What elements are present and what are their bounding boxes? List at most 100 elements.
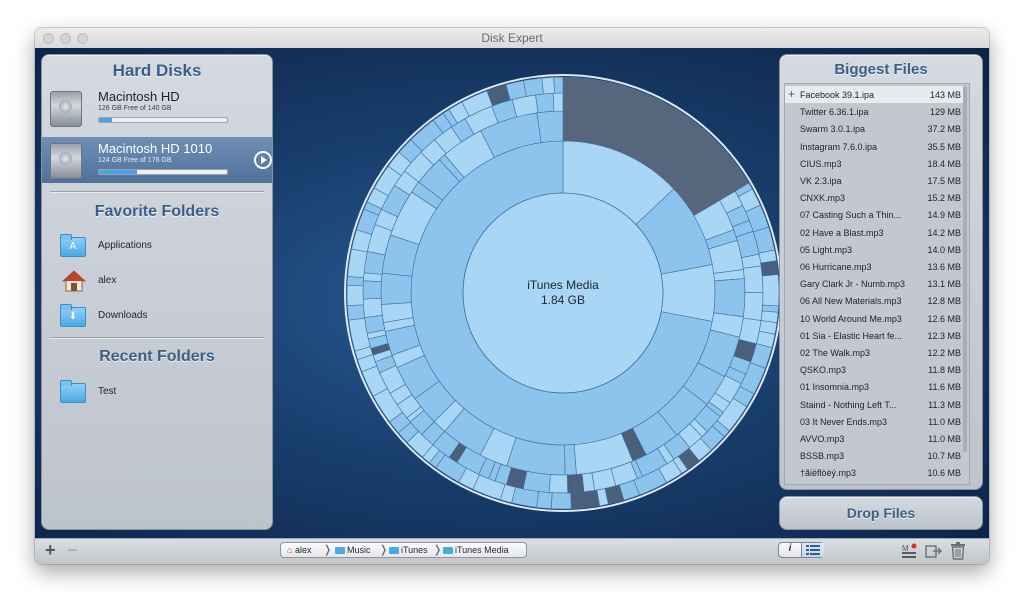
favorite-item-applications[interactable]: A Applications (42, 234, 272, 259)
file-row[interactable]: 06 Hurricane.mp3 13.6 MB (785, 258, 963, 275)
file-name: 10 World Around Me.mp3 (800, 313, 902, 324)
info-view-button[interactable]: i (779, 543, 801, 557)
sunburst-segment[interactable] (552, 92, 564, 112)
move-to-trash-queue-icon[interactable] (925, 543, 943, 559)
file-row[interactable]: †ãiëflòèý.mp3 10.6 MB (785, 464, 963, 481)
list-view-button[interactable] (801, 543, 824, 557)
recent-item-test[interactable]: Test (42, 380, 272, 405)
list-icon (806, 545, 820, 555)
drop-files-area[interactable]: Drop Files (779, 496, 983, 530)
file-size: 12.3 MB (927, 330, 961, 341)
file-size: 35.5 MB (927, 141, 961, 152)
scrollbar[interactable] (963, 86, 967, 452)
sunburst-segment[interactable] (564, 444, 577, 476)
hard-drive-icon (50, 91, 82, 127)
view-mode-segmented-control[interactable]: i (778, 542, 824, 558)
favorite-label: Downloads (98, 310, 148, 321)
file-row[interactable]: AVVO.mp3 11.0 MB (785, 430, 963, 447)
favorite-item-downloads[interactable]: ⬇ Downloads (42, 304, 272, 329)
file-row[interactable]: CIUS.mp3 18.4 MB (785, 155, 963, 172)
file-row[interactable]: 10 World Around Me.mp3 12.6 MB (785, 310, 963, 327)
biggest-files-list[interactable]: + Facebook 39.1.ipa 143 MB Twitter 6.36.1.i… (784, 83, 970, 485)
file-name: Instagram 7.6.0.ipa (800, 141, 878, 152)
file-size: 14.2 MB (927, 227, 961, 238)
trash-icon[interactable] (950, 542, 966, 560)
home-icon: ⌂ (287, 545, 293, 555)
breadcrumb-separator: ❭ (433, 544, 443, 556)
svg-text:M: M (902, 544, 909, 553)
sunburst-segment[interactable] (760, 260, 779, 277)
file-row[interactable]: Staind - Nothing Left T... 11.3 MB (785, 396, 963, 413)
disk-name: Macintosh HD 1010 (98, 141, 213, 156)
home-folder-icon (62, 270, 86, 292)
breadcrumb-item-music[interactable]: Music (335, 545, 371, 555)
breadcrumb-item-alex[interactable]: ⌂ alex (287, 545, 311, 555)
add-button[interactable]: + (45, 540, 56, 561)
file-row[interactable]: 02 The Walk.mp3 12.2 MB (785, 344, 963, 361)
sunburst-segment[interactable] (541, 76, 555, 95)
file-name: AVVO.mp3 (800, 434, 845, 444)
file-row[interactable]: 02 Have a Blast.mp3 14.2 MB (785, 224, 963, 241)
sunburst-segment[interactable] (553, 76, 564, 94)
folder-icon (60, 380, 86, 403)
file-size: 143 MB (929, 90, 961, 100)
disk-item-macintosh-hd[interactable]: Macintosh HD 126 GB Free of 140 GB (42, 85, 272, 131)
sunburst-chart[interactable]: iTunes Media 1.84 GB (313, 48, 813, 538)
sunburst-segment[interactable] (573, 473, 585, 493)
sunburst-segment[interactable] (535, 92, 555, 114)
file-row[interactable]: 01 Sia - Elastic Heart fe... 12.3 MB (785, 327, 963, 344)
file-name: Swarm 3.0.1.ipa (800, 124, 866, 135)
expand-icon[interactable]: + (788, 87, 795, 101)
file-name: 02 Have a Blast.mp3 (800, 227, 884, 238)
file-row[interactable]: 05 Light.mp3 14.0 MB (785, 241, 963, 258)
file-row[interactable]: Gary Clark Jr - Numb.mp3 13.1 MB (785, 275, 963, 292)
sunburst-segment[interactable] (364, 314, 386, 334)
file-size: 11.0 MB (928, 416, 961, 427)
sunburst-segment[interactable] (536, 491, 553, 509)
file-row[interactable]: Instagram 7.6.0.ipa 35.5 MB (785, 138, 963, 155)
folder-icon (443, 547, 453, 555)
remove-button[interactable]: − (67, 540, 78, 561)
favorite-item-alex[interactable]: alex (42, 270, 272, 294)
file-row[interactable]: QSKO.mp3 11.8 MB (785, 361, 963, 378)
sunburst-segment[interactable] (548, 474, 568, 494)
file-row[interactable]: VK 2.3.ipa 17.5 MB (785, 172, 963, 189)
file-row[interactable]: 01 Insomnia.mp3 11.6 MB (785, 378, 963, 395)
disk-name: Macintosh HD (98, 89, 180, 104)
file-row[interactable]: 06 All New Materials.mp3 12.8 MB (785, 292, 963, 309)
file-name: 02 The Walk.mp3 (800, 348, 871, 358)
file-size: 15.2 MB (927, 193, 961, 204)
file-row[interactable]: Twitter 6.36.1.ipa 129 MB (785, 103, 963, 120)
file-row[interactable]: CNXK.mp3 15.2 MB (785, 189, 963, 206)
mark-for-deletion-icon[interactable]: M (901, 543, 917, 559)
file-name: 01 Sia - Elastic Heart fe... (800, 330, 903, 341)
title-bar: Disk Expert (35, 28, 989, 49)
file-row[interactable]: Swarm 3.0.1.ipa 37.2 MB (785, 120, 963, 137)
breadcrumb-item-itunes[interactable]: iTunes (389, 545, 428, 555)
disk-item-macintosh-hd-1010[interactable]: Macintosh HD 1010 124 GB Free of 178 GB (42, 137, 272, 183)
sunburst-segment[interactable] (536, 110, 564, 143)
sunburst-segment[interactable] (550, 492, 572, 510)
sunburst-segment[interactable] (523, 77, 544, 97)
applications-folder-icon: A (60, 234, 86, 257)
scan-play-button[interactable] (254, 151, 272, 169)
sunburst-segment[interactable] (347, 304, 365, 321)
biggest-files-title: Biggest Files (834, 61, 928, 78)
recent-label: Test (98, 386, 117, 397)
file-row[interactable]: BSSB.mp3 10.7 MB (785, 447, 963, 464)
sunburst-segment[interactable] (570, 489, 600, 510)
sunburst-segment[interactable] (363, 250, 386, 275)
file-name: BSSB.mp3 (800, 451, 845, 462)
sunburst-segment[interactable] (522, 471, 551, 493)
divider (50, 191, 264, 192)
file-name: 06 Hurricane.mp3 (800, 262, 872, 272)
main-content: Hard Disks Macintosh HD 126 GB Free of 1… (35, 48, 989, 538)
sunburst-segment[interactable] (566, 474, 576, 494)
file-row[interactable]: + Facebook 39.1.ipa 143 MB (785, 86, 963, 103)
downloads-folder-icon: ⬇ (60, 304, 86, 327)
file-row[interactable]: 03 It Never Ends.mp3 11.0 MB (785, 413, 963, 430)
file-row[interactable]: 07 Casting Such a Thin... 14.9 MB (785, 206, 963, 223)
breadcrumb-item-itunes-media[interactable]: iTunes Media (443, 545, 509, 555)
file-name: †ãiëflòèý.mp3 (800, 468, 857, 479)
file-size: 129 MB (929, 107, 961, 118)
